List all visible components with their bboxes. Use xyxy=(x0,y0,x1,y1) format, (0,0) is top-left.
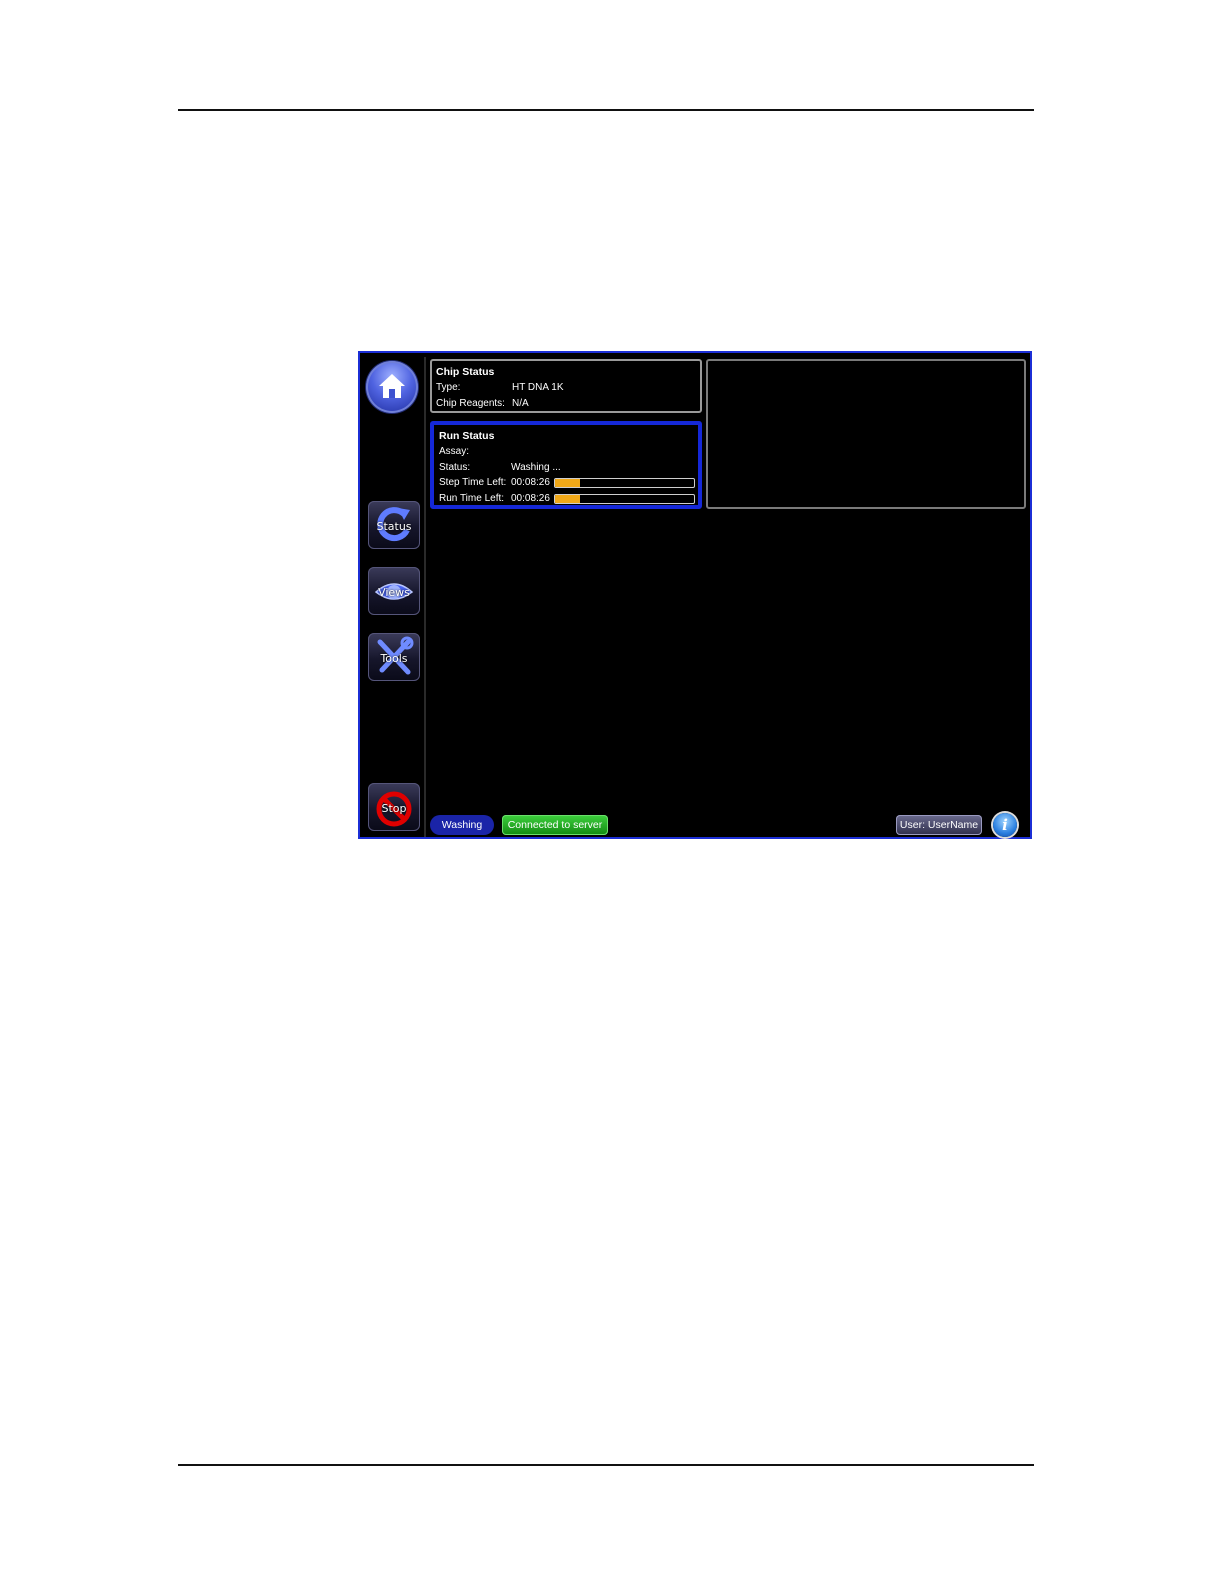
assay-label: Assay: xyxy=(439,446,470,457)
stop-button[interactable]: Stop xyxy=(368,783,420,831)
run-progress-bar xyxy=(554,493,695,504)
instrument-screen: Status Views Tools Stop Chip Status Type… xyxy=(358,351,1032,839)
step-time-value: 00:08:26 xyxy=(511,477,550,488)
user-button[interactable]: User: UserName xyxy=(896,815,982,835)
step-progress-fill xyxy=(555,479,581,487)
run-status-title: Run Status xyxy=(439,430,495,442)
chip-status-panel: Chip Status Type: HT DNA 1K Chip Reagent… xyxy=(430,359,702,413)
home-icon xyxy=(379,374,405,398)
tools-button-label: Tools xyxy=(380,652,408,665)
run-status-panel: Run Status Assay: Status: Washing ... St… xyxy=(430,421,702,509)
page-top-rule xyxy=(178,109,1034,111)
chip-status-row: Chip Reagents: N/A xyxy=(436,396,696,412)
step-progress-bar xyxy=(554,478,695,488)
info-icon[interactable]: i xyxy=(993,813,1017,837)
run-status-row: Run Time Left: 00:08:26 xyxy=(439,491,695,507)
run-status-row: Step Time Left: 00:08:26 xyxy=(439,475,695,491)
chip-type-value: HT DNA 1K xyxy=(512,382,564,393)
page-bottom-rule xyxy=(178,1464,1034,1466)
status-label: Status: xyxy=(439,461,471,473)
chip-reagents-value: N/A xyxy=(512,398,529,409)
sidebar-divider xyxy=(424,357,426,837)
step-time-label: Step Time Left: xyxy=(439,477,507,488)
run-time-value: 00:08:26 xyxy=(511,492,550,504)
chip-status-title: Chip Status xyxy=(436,366,495,378)
connection-status-badge: Connected to server xyxy=(502,815,608,835)
run-progress-fill xyxy=(555,494,581,503)
views-button-label: Views xyxy=(378,586,410,599)
run-status-row: Assay: xyxy=(439,444,693,460)
chip-reagents-label: Chip Reagents: xyxy=(436,398,505,409)
run-time-label: Run Time Left: xyxy=(439,492,505,504)
status-button[interactable]: Status xyxy=(368,501,420,549)
run-status-row: Status: Washing ... xyxy=(439,460,693,476)
home-button[interactable] xyxy=(366,361,418,413)
chip-status-row: Type: HT DNA 1K xyxy=(436,380,696,396)
detail-panel xyxy=(706,359,1026,509)
status-button-label: Status xyxy=(376,520,412,533)
chip-type-label: Type: xyxy=(436,382,461,393)
views-button[interactable]: Views xyxy=(368,567,420,615)
tools-button[interactable]: Tools xyxy=(368,633,420,681)
stop-button-label: Stop xyxy=(381,802,407,815)
status-value: Washing ... xyxy=(511,461,561,473)
run-state-badge: Washing xyxy=(430,815,494,835)
